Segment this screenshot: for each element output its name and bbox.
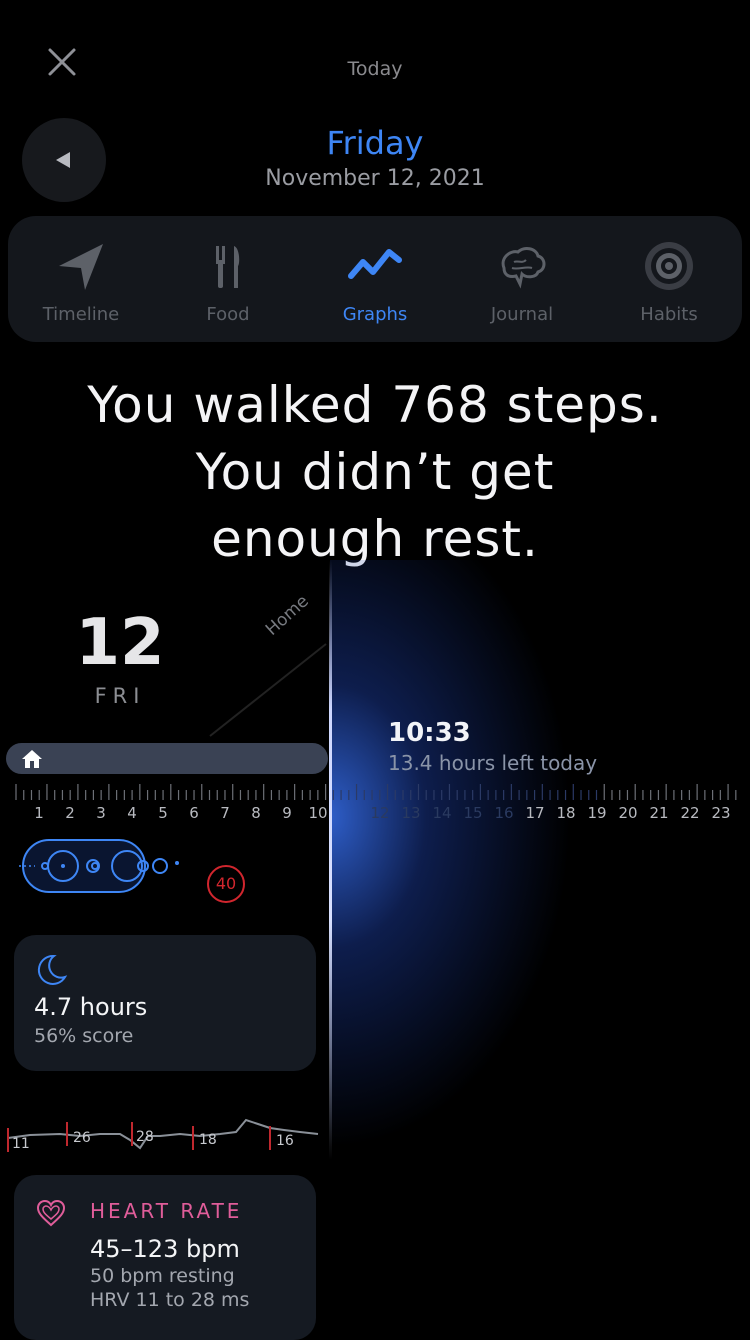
heart-rate-card[interactable]: HEART RATE 45–123 bpm 50 bpm resting HRV… — [14, 1175, 316, 1340]
hour-label: 10 — [308, 804, 328, 822]
tab-label: Habits — [640, 304, 698, 325]
day-title: Friday — [326, 124, 424, 162]
hour-label: 1 — [34, 804, 44, 822]
moon-icon — [37, 954, 68, 985]
hour-label: 2 — [65, 804, 75, 822]
hour-label: 22 — [680, 804, 700, 822]
hour-label: 16 — [494, 804, 514, 822]
hour-ticks — [15, 784, 737, 800]
location-connector — [209, 643, 327, 737]
hour-label: 6 — [189, 804, 199, 822]
hour-label: 18 — [556, 804, 576, 822]
time-left-today: 13.4 hours left today — [388, 751, 598, 775]
headline-line: You walked 768 steps. — [87, 376, 663, 434]
hour-label: 4 — [127, 804, 137, 822]
hour-label: 20 — [618, 804, 638, 822]
hour-label: 13 — [401, 804, 421, 822]
date-subtitle: November 12, 2021 — [265, 166, 485, 191]
tab-food[interactable]: Food — [155, 216, 301, 342]
tab-label: Journal — [490, 304, 554, 325]
tab-habits[interactable]: Habits — [596, 216, 742, 342]
hrv-label: 28 — [136, 1129, 154, 1145]
current-time: 10:33 — [388, 718, 471, 748]
heart-rate-sparkline[interactable]: 11 26 28 18 16 — [0, 1110, 330, 1160]
tab-journal[interactable]: Journal — [449, 216, 595, 342]
tab-bar: Timeline Food Graphs Journal Habits — [8, 216, 742, 342]
hrv-label: 18 — [199, 1132, 217, 1148]
hour-label: 5 — [158, 804, 168, 822]
hour-label: 19 — [587, 804, 607, 822]
day-number: 12 — [75, 606, 165, 680]
tab-label: Food — [206, 304, 250, 325]
navigation-arrow-icon — [59, 244, 103, 290]
hour-label: 15 — [463, 804, 483, 822]
target-icon — [645, 242, 693, 290]
brain-icon — [501, 247, 546, 289]
hour-labels: 1 2 3 4 5 6 7 8 9 10 12 13 14 15 16 17 18 19 20 21 22 23 — [0, 804, 750, 828]
heart-icon — [36, 1199, 66, 1227]
hrv-label: 26 — [73, 1130, 91, 1146]
daily-summary-headline: You walked 768 steps. You didn’t get eno… — [0, 372, 750, 573]
tab-graphs[interactable]: Graphs — [302, 216, 448, 342]
hrv-label: 16 — [276, 1133, 294, 1149]
hrv-label: 11 — [12, 1136, 30, 1152]
heart-rate-range: 45–123 bpm — [90, 1235, 240, 1263]
current-time-glow — [330, 560, 670, 1170]
location-label: Home — [262, 591, 313, 640]
headline-line: You didn’t get — [195, 443, 555, 501]
sleep-card[interactable]: 4.7 hours 56% score — [14, 935, 316, 1071]
sleep-duration: 4.7 hours — [34, 993, 148, 1021]
hour-label: 23 — [711, 804, 731, 822]
home-location-bar[interactable] — [6, 743, 328, 774]
hour-label: 12 — [370, 804, 390, 822]
hour-label: 14 — [432, 804, 452, 822]
day-name: FRI — [94, 684, 146, 708]
home-icon — [22, 750, 42, 768]
activity-cluster[interactable] — [15, 836, 195, 896]
steps-badge[interactable]: 40 — [207, 865, 245, 903]
hour-label: 7 — [220, 804, 230, 822]
hour-label: 8 — [251, 804, 261, 822]
sleep-score: 56% score — [34, 1025, 134, 1047]
tab-timeline[interactable]: Timeline — [8, 216, 154, 342]
today-label: Today — [347, 58, 403, 80]
hrv-range: HRV 11 to 28 ms — [90, 1289, 250, 1311]
graph-line-icon — [348, 249, 402, 279]
hour-label: 21 — [649, 804, 669, 822]
tab-label: Graphs — [342, 304, 408, 325]
tab-label: Timeline — [42, 304, 120, 325]
heart-rate-title: HEART RATE — [90, 1199, 243, 1223]
hour-label: 17 — [525, 804, 545, 822]
hour-label: 9 — [282, 804, 292, 822]
hour-label: 3 — [96, 804, 106, 822]
fork-knife-icon — [216, 246, 240, 288]
resting-heart-rate: 50 bpm resting — [90, 1265, 235, 1287]
